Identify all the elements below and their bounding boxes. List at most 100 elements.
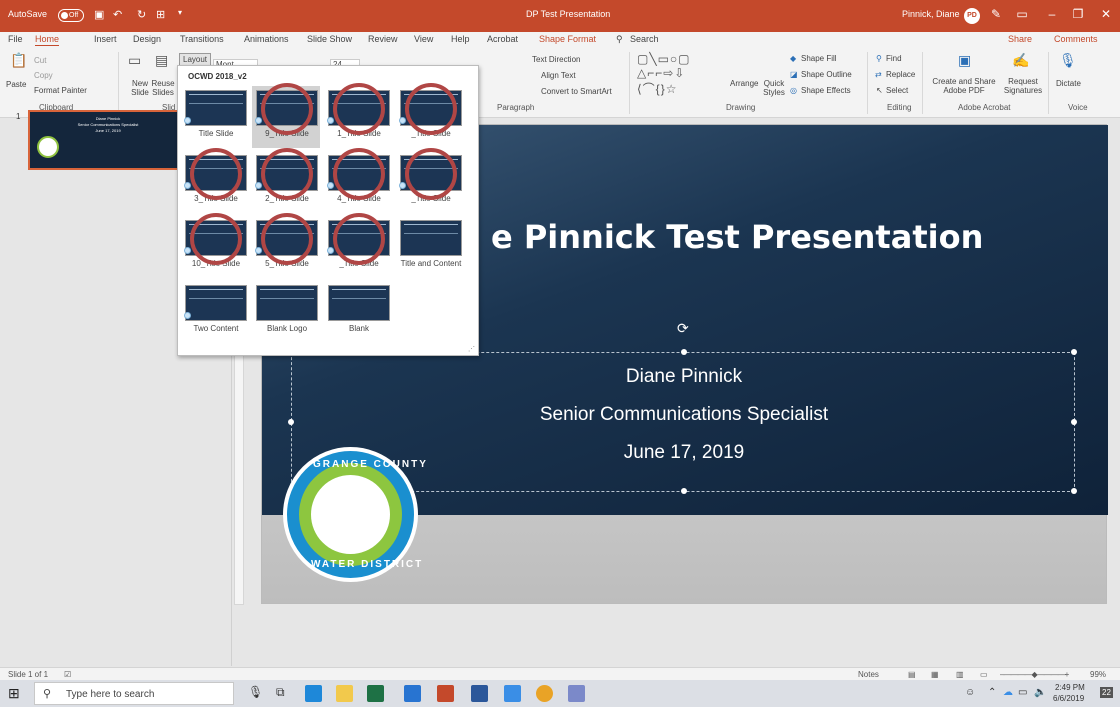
select-button[interactable]: Select (886, 86, 908, 95)
redo-icon[interactable]: ↻ (137, 8, 146, 21)
internet-explorer-icon[interactable] (504, 685, 521, 702)
layout-option[interactable]: _Title Slide (396, 83, 464, 148)
shape-effects-button[interactable]: Shape Effects (801, 86, 851, 95)
cut-button[interactable]: Cut (34, 56, 46, 65)
notification-badge[interactable]: 22 (1100, 687, 1113, 698)
clock-date[interactable]: 6/6/2019 (1053, 694, 1084, 703)
search-icon[interactable]: ⚲ (616, 34, 623, 45)
app-icon[interactable] (568, 685, 585, 702)
autosave-toggle[interactable]: Off (58, 9, 84, 22)
layout-option[interactable]: 1_Title Slide (324, 83, 392, 148)
excel-icon[interactable] (367, 685, 384, 702)
volume-icon[interactable]: 🔈 (1034, 687, 1046, 698)
layout-option[interactable]: 2_Title Slide (252, 148, 320, 213)
paste-button[interactable]: Paste (6, 80, 26, 89)
shape-effects-icon[interactable]: ◎ (790, 86, 797, 95)
layout-option[interactable]: Blank (324, 281, 392, 343)
avatar[interactable]: PD (964, 8, 980, 24)
tab-design[interactable]: Design (133, 34, 161, 44)
tab-file[interactable]: File (8, 34, 23, 44)
onedrive-icon[interactable]: ☁ (1003, 687, 1013, 698)
tab-shape-format[interactable]: Shape Format (539, 34, 596, 44)
text-direction-button[interactable]: Text Direction (532, 55, 580, 64)
share-button[interactable]: Share (1008, 34, 1032, 44)
reading-view-icon[interactable]: ▥ (956, 670, 964, 679)
tab-view[interactable]: View (414, 34, 433, 44)
comments-button[interactable]: Comments (1054, 34, 1098, 44)
request-signatures-button[interactable]: Request Signatures (1002, 77, 1044, 95)
quick-styles-button[interactable]: Quick Styles (761, 79, 787, 97)
resize-handle[interactable] (288, 419, 294, 425)
undo-icon[interactable]: ↶ (113, 8, 122, 21)
edge-icon[interactable] (305, 685, 322, 702)
request-signatures-icon[interactable]: ✍ (1012, 52, 1029, 69)
slide-thumbnail[interactable]: Diane Pinnick Senior Communications Spec… (28, 110, 188, 170)
layout-option[interactable]: Blank Logo (252, 281, 320, 343)
outlook-icon[interactable] (404, 685, 421, 702)
paste-icon[interactable]: 📋 (10, 52, 27, 69)
layout-option[interactable]: Two Content (181, 281, 249, 343)
create-pdf-icon[interactable]: ▣ (958, 52, 971, 69)
resize-handle[interactable] (1071, 419, 1077, 425)
layout-option[interactable]: _Title Slide (396, 148, 464, 213)
network-icon[interactable]: ▭ (1018, 687, 1027, 698)
reuse-slides-button[interactable]: Reuse Slides (151, 79, 175, 97)
align-text-button[interactable]: Align Text (541, 71, 576, 80)
find-icon[interactable]: ⚲ (876, 54, 882, 63)
tab-review[interactable]: Review (368, 34, 398, 44)
layout-option[interactable]: Title and Content (396, 216, 464, 278)
layout-option[interactable]: 5_Title Slide (252, 213, 320, 278)
resize-handle[interactable] (1071, 488, 1077, 494)
shape-fill-button[interactable]: Shape Fill (801, 54, 837, 63)
arrange-button[interactable]: Arrange (730, 79, 758, 88)
customize-qat-icon[interactable]: ▾ (178, 8, 182, 17)
find-button[interactable]: Find (886, 54, 902, 63)
spellcheck-icon[interactable]: ☑ (64, 670, 71, 679)
tab-help[interactable]: Help (451, 34, 470, 44)
dictate-button[interactable]: Dictate (1056, 79, 1081, 88)
tab-animations[interactable]: Animations (244, 34, 289, 44)
ocwd-logo[interactable]: GRANGE COUNTY WATER DISTRICT (283, 447, 426, 582)
save-icon[interactable]: ▣ (94, 8, 104, 21)
format-painter-button[interactable]: Format Painter (34, 86, 87, 95)
windows-start-icon[interactable]: ⊞ (8, 685, 25, 702)
tab-transitions[interactable]: Transitions (180, 34, 224, 44)
zoom-slider[interactable]: –————◆————+ (1000, 670, 1069, 679)
powerpoint-icon[interactable] (437, 685, 454, 702)
layout-option[interactable]: 3_Title Slide (181, 148, 249, 213)
ribbon-display-icon[interactable]: ▭ (1010, 7, 1034, 21)
tab-insert[interactable]: Insert (94, 34, 117, 44)
reuse-slides-icon[interactable]: ▤ (155, 52, 168, 69)
taskbar-search[interactable]: ⚲ Type here to search (34, 682, 234, 705)
minimize-icon[interactable]: – (1040, 7, 1064, 21)
layout-option[interactable]: 9_Title Slide (252, 83, 320, 148)
resize-handle[interactable] (1071, 349, 1077, 355)
task-view-icon[interactable]: ⧉ (276, 685, 293, 702)
microphone-icon[interactable]: 🎙 (248, 685, 265, 702)
file-explorer-icon[interactable] (336, 685, 353, 702)
shape-fill-icon[interactable]: ◆ (790, 54, 796, 63)
slideshow-view-icon[interactable]: ▭ (980, 670, 988, 679)
replace-button[interactable]: Replace (886, 70, 915, 79)
zoom-level[interactable]: 99% (1090, 670, 1106, 679)
new-slide-button[interactable]: New Slide (128, 79, 152, 97)
shape-outline-icon[interactable]: ◪ (790, 70, 798, 79)
user-name[interactable]: Pinnick, Diane (902, 9, 960, 19)
tab-acrobat[interactable]: Acrobat (487, 34, 518, 44)
create-share-pdf-button[interactable]: Create and Share Adobe PDF (926, 77, 1002, 95)
maximize-icon[interactable]: ❐ (1066, 7, 1090, 21)
slide-sorter-icon[interactable]: ▦ (931, 670, 939, 679)
shape-outline-button[interactable]: Shape Outline (801, 70, 852, 79)
people-icon[interactable]: ☺ (965, 687, 975, 698)
convert-smartart-button[interactable]: Convert to SmartArt (541, 87, 612, 96)
resize-grip-icon[interactable]: ⋰ (468, 345, 475, 353)
chrome-icon[interactable] (536, 685, 553, 702)
layout-option[interactable]: _Title Slide (324, 213, 392, 278)
search-box[interactable]: Search (630, 34, 659, 44)
shapes-gallery-icon[interactable]: ▢╲▭○▢ △⌐⌐⇨⇩ ⟨⌒{}☆ (637, 52, 691, 97)
layout-option[interactable]: 4_Title Slide (324, 148, 392, 213)
layout-option[interactable]: Title Slide (181, 86, 249, 148)
present-icon[interactable]: ⊞ (156, 8, 165, 21)
normal-view-icon[interactable]: ▤ (908, 670, 916, 679)
notes-button[interactable]: Notes (858, 670, 879, 679)
